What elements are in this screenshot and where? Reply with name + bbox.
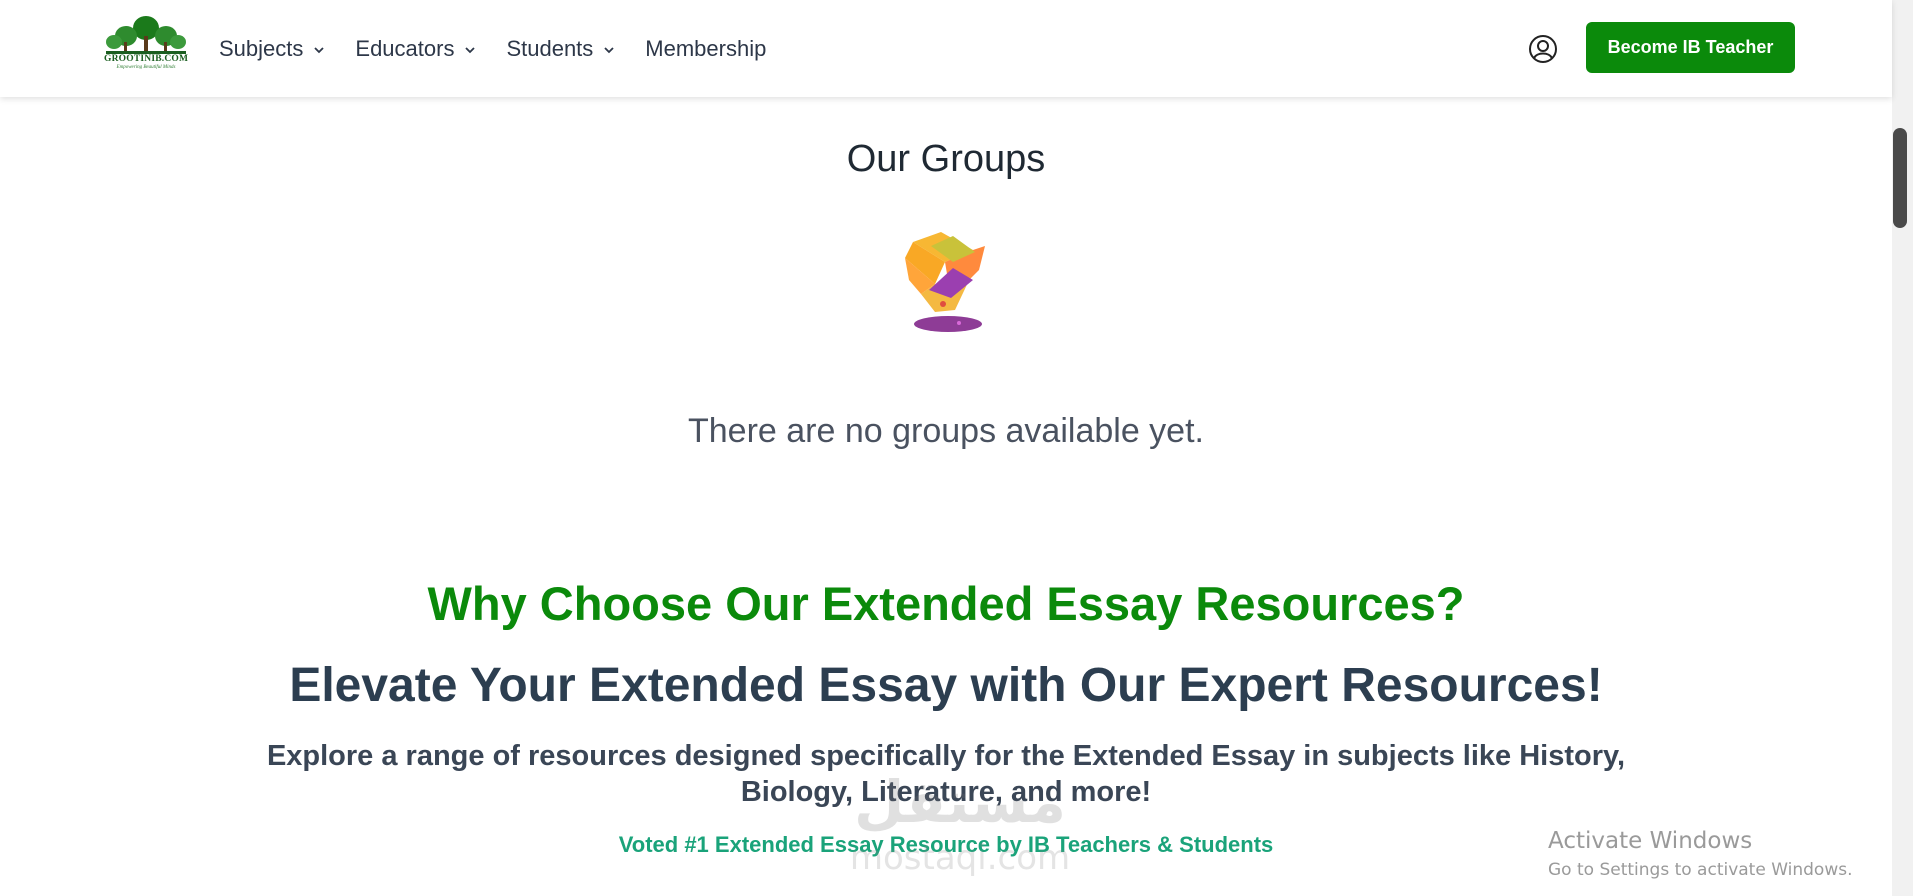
nav-students[interactable]: Students <box>506 29 615 69</box>
nav-subjects[interactable]: Subjects <box>219 29 325 69</box>
nav-membership[interactable]: Membership <box>645 29 766 69</box>
chevron-down-icon <box>314 46 325 53</box>
nav-educators-label: Educators <box>355 35 455 61</box>
site-logo[interactable]: GROOTINIB.COM Empowering Beautiful Minds <box>104 14 188 74</box>
activate-windows-subtitle: Go to Settings to activate Windows. <box>1548 860 1853 880</box>
become-ib-teacher-button[interactable]: Become IB Teacher <box>1586 22 1795 73</box>
empty-box-icon <box>905 232 985 332</box>
logo-wordmark: GROOTINIB.COM <box>104 54 189 64</box>
nav-subjects-label: Subjects <box>219 35 304 61</box>
nav-students-label: Students <box>506 35 594 61</box>
nav-membership-label: Membership <box>645 35 767 61</box>
no-groups-message: There are no groups available yet. <box>688 412 1204 450</box>
page: GROOTINIB.COM Empowering Beautiful Minds… <box>0 0 1892 896</box>
main-nav: Subjects Educators Students Membership <box>219 0 796 97</box>
activate-windows-overlay: Activate Windows Go to Settings to activ… <box>1548 828 1888 880</box>
groups-title: Our Groups <box>846 138 1046 180</box>
chevron-down-icon <box>604 46 614 53</box>
promo-headline: Why Choose Our Extended Essay Resources? <box>427 577 1465 630</box>
chevron-down-icon <box>465 46 476 53</box>
scrollbar-thumb[interactable] <box>1893 128 1907 228</box>
nav-educators[interactable]: Educators <box>355 29 476 69</box>
site-header: GROOTINIB.COM Empowering Beautiful Minds… <box>0 0 1892 97</box>
user-account-icon[interactable] <box>1528 34 1558 64</box>
activate-windows-title: Activate Windows <box>1548 828 1753 854</box>
promo-description: Explore a range of resources designed sp… <box>266 740 1626 808</box>
tree-logo-icon <box>106 16 186 54</box>
promo-subheadline: Elevate Your Extended Essay with Our Exp… <box>289 659 1603 712</box>
logo-tagline: Empowering Beautiful Minds <box>116 65 176 70</box>
